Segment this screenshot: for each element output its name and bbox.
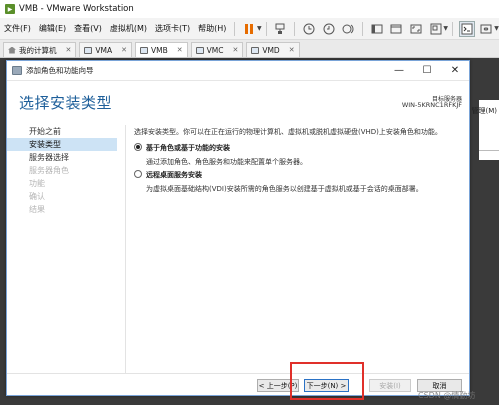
terminal-icon — [461, 23, 473, 34]
tab-label: 我的计算机 — [19, 45, 57, 55]
toolbar-separator — [234, 21, 236, 36]
snapshot-button[interactable] — [301, 21, 317, 37]
close-icon[interactable]: ✕ — [177, 46, 183, 54]
view-library-button[interactable] — [369, 21, 385, 37]
option-description: 通过添加角色、角色服务和功能来配置单个服务器。 — [146, 158, 307, 166]
window-controls: — ☐ ✕ — [385, 62, 469, 80]
menu-vm[interactable]: 虚拟机(M) — [106, 23, 151, 34]
option-description: 为虚拟桌面基础结构(VDI)安装所需的角色服务以创建基于虚拟机或基于会话的桌面部… — [146, 185, 423, 193]
window-title: VMB - VMware Workstation — [19, 4, 134, 14]
target-server-name: WIN-5KRNC1RFKJF — [401, 101, 462, 109]
vm-icon — [195, 46, 204, 54]
vm-icon — [84, 46, 93, 54]
stretch-view-button[interactable] — [479, 21, 495, 37]
nav-server-roles: 服务器角色 — [29, 166, 69, 175]
pause-dropdown-icon[interactable]: ▼ — [257, 25, 262, 32]
close-button[interactable]: ✕ — [441, 62, 469, 80]
unity-button[interactable] — [428, 21, 444, 37]
menu-file[interactable]: 文件(F) — [0, 23, 35, 34]
tab-vmd[interactable]: VMD ✕ — [246, 42, 300, 57]
send-ctrl-alt-del-button[interactable] — [273, 21, 289, 37]
install-button: 安装(I) — [369, 379, 411, 392]
unity-icon — [430, 23, 442, 34]
vm-tabbar: 我的计算机 ✕ VMA ✕ VMB ✕ VMC ✕ VMD ✕ — [0, 40, 499, 58]
panel-icon — [371, 24, 383, 33]
network-icon — [275, 23, 285, 34]
tab-vma[interactable]: VMA ✕ — [79, 42, 132, 57]
full-screen-button[interactable] — [408, 21, 424, 37]
window-icon — [390, 24, 402, 33]
tab-vmb[interactable]: VMB ✕ — [134, 42, 188, 57]
option-title: 基于角色或基于功能的安装 — [146, 144, 230, 152]
option-title: 远程桌面服务安装 — [146, 171, 202, 179]
option-role-based[interactable]: 基于角色或基于功能的安装 通过添加角色、角色服务和功能来配置单个服务器。 — [134, 143, 307, 167]
tab-vmc[interactable]: VMC ✕ — [190, 42, 244, 57]
wizard-nav: 开始之前 安装类型 服务器选择 服务器角色 功能 确认 结果 — [7, 125, 117, 216]
nav-results: 结果 — [29, 205, 45, 214]
tab-label: VMD — [262, 45, 280, 55]
wizard-header: 选择安装类型 目标服务器 WIN-5KRNC1RFKJF — [7, 81, 469, 121]
menu-view[interactable]: 查看(V) — [70, 23, 106, 34]
wizard-title: 添加角色和功能向导 — [26, 66, 94, 75]
tab-my-computer[interactable]: 我的计算机 ✕ — [3, 42, 77, 57]
watermark: CSDN @情勤坊 — [418, 391, 476, 400]
revert-snapshot-button[interactable] — [321, 21, 337, 37]
close-icon: ✕ — [450, 65, 460, 76]
view-dropdown-icon[interactable]: ▼ — [443, 25, 448, 32]
radio-role-based[interactable] — [134, 143, 142, 151]
clock-icon — [303, 23, 315, 34]
wizard-footer: < 上一步(P) 下一步(N) > 安装(I) 取消 — [7, 373, 469, 395]
toolbar-separator — [294, 21, 296, 36]
close-icon[interactable]: ✕ — [66, 46, 72, 54]
maximize-icon: ☐ — [422, 65, 432, 76]
close-icon[interactable]: ✕ — [121, 46, 127, 54]
toolbar-separator — [452, 21, 453, 36]
nav-confirmation: 确认 — [29, 192, 45, 201]
stretch-dropdown-icon[interactable]: ▼ — [494, 25, 499, 32]
maximize-button[interactable]: ☐ — [413, 62, 441, 80]
server-manager-menu-manage: 管理(M) — [471, 107, 497, 115]
clock-stack-icon — [342, 24, 354, 33]
minimize-button[interactable]: — — [385, 62, 413, 80]
nav-before-you-begin[interactable]: 开始之前 — [7, 125, 117, 138]
vm-icon — [251, 46, 260, 54]
add-roles-wizard: 添加角色和功能向导 — ☐ ✕ 选择安装类型 目标服务器 WIN-5KRNC1R… — [6, 60, 470, 396]
toolbar-separator — [362, 21, 363, 36]
wizard-titlebar: 添加角色和功能向导 — ☐ ✕ — [7, 61, 469, 81]
vmware-app-icon: ▶ — [5, 4, 15, 14]
clock-back-icon — [323, 23, 335, 34]
tab-label: VMA — [95, 45, 113, 55]
minimize-icon: — — [394, 65, 404, 76]
option-remote-desktop[interactable]: 远程桌面服务安装 为虚拟桌面基础结构(VDI)安装所需的角色服务以创建基于虚拟机… — [134, 170, 423, 194]
toolbar-separator — [265, 21, 267, 36]
radio-remote-desktop[interactable] — [134, 170, 142, 178]
home-icon — [8, 46, 16, 54]
resize-icon — [480, 24, 492, 33]
menu-tabs[interactable]: 选项卡(T) — [151, 23, 194, 34]
snapshot-manager-button[interactable] — [340, 21, 356, 37]
pause-button[interactable] — [241, 21, 257, 37]
nav-features: 功能 — [29, 179, 45, 188]
vm-icon — [139, 46, 148, 54]
console-view-button[interactable] — [459, 20, 475, 37]
fullscreen-icon — [410, 24, 422, 33]
pause-icon — [245, 23, 254, 34]
tab-label: VMB — [150, 45, 168, 55]
menu-edit[interactable]: 编辑(E) — [35, 23, 70, 34]
tab-label: VMC — [206, 45, 224, 55]
view-thumbnail-button[interactable] — [389, 21, 405, 37]
divider — [479, 150, 499, 151]
menu-help[interactable]: 帮助(H) — [194, 23, 230, 34]
wizard-content: 选择安装类型。你可以在正在运行的物理计算机、虚拟机或脱机虚拟硬盘(VHD)上安装… — [125, 125, 465, 373]
close-icon[interactable]: ✕ — [232, 46, 238, 54]
page-title: 选择安装类型 — [19, 94, 113, 112]
wizard-app-icon — [12, 66, 22, 75]
nav-installation-type[interactable]: 安装类型 — [7, 138, 117, 151]
vmware-menubar: 文件(F) 编辑(E) 查看(V) 虚拟机(M) 选项卡(T) 帮助(H) ▼ … — [0, 18, 499, 40]
nav-server-selection[interactable]: 服务器选择 — [7, 151, 117, 164]
annotation-highlight — [290, 362, 364, 400]
intro-text: 选择安装类型。你可以在正在运行的物理计算机、虚拟机或脱机虚拟硬盘(VHD)上安装… — [134, 128, 442, 136]
close-icon[interactable]: ✕ — [289, 46, 295, 54]
vmware-titlebar: ▶ VMB - VMware Workstation — [0, 0, 499, 18]
